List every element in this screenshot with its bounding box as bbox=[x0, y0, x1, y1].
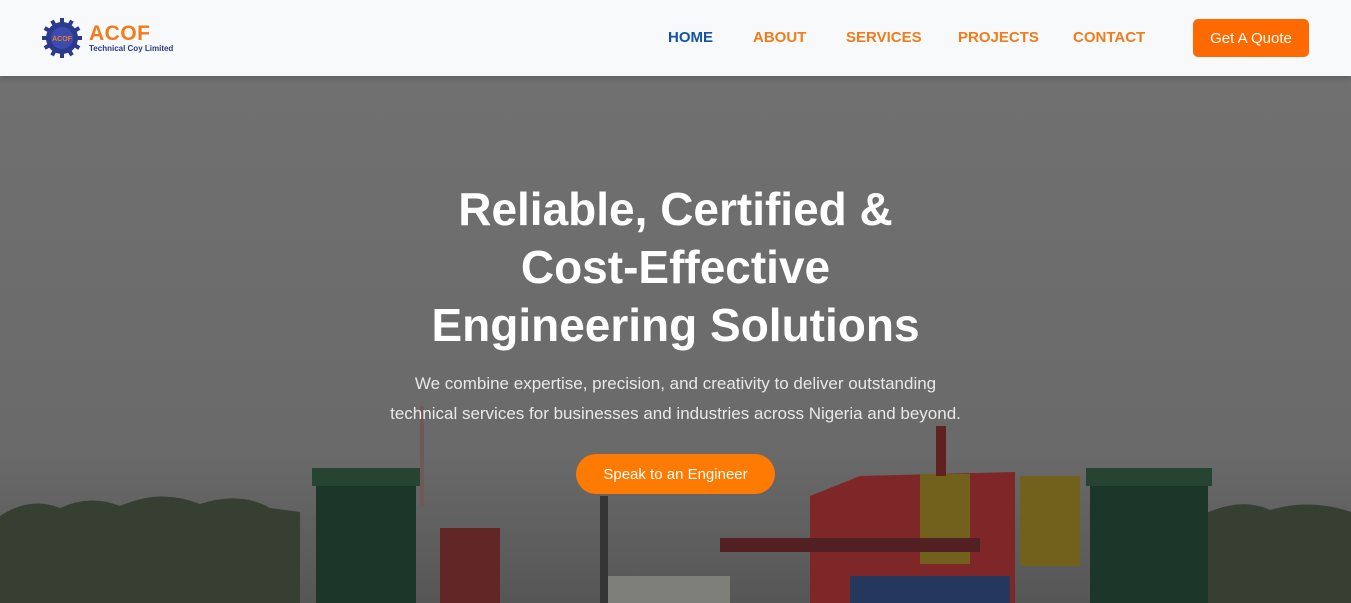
hero-title-line-1: Reliable, Certified & bbox=[458, 183, 893, 235]
brand-name: ACOF bbox=[89, 22, 151, 45]
logo-emblem-text: ACOF bbox=[52, 36, 73, 43]
nav-home[interactable]: HOME bbox=[668, 29, 713, 46]
hero-title: Reliable, Certified & Cost-Effective Eng… bbox=[0, 180, 1351, 354]
nav-contact[interactable]: CONTACT bbox=[1073, 29, 1145, 46]
nav-services[interactable]: SERVICES bbox=[846, 29, 922, 46]
hero-subtitle-line-1: We combine expertise, precision, and cre… bbox=[414, 374, 937, 393]
get-a-quote-button[interactable]: Get A Quote bbox=[1193, 19, 1309, 57]
hero-section: Reliable, Certified & Cost-Effective Eng… bbox=[0, 76, 1351, 603]
speak-to-engineer-button[interactable]: Speak to an Engineer bbox=[576, 454, 775, 494]
gear-logo-icon: ACOF bbox=[42, 18, 82, 58]
site-header: ACOF ACOF Technical Coy Limited HOME ABO… bbox=[0, 0, 1351, 76]
brand-tagline: Technical Coy Limited bbox=[89, 44, 174, 53]
nav-projects[interactable]: PROJECTS bbox=[958, 29, 1039, 46]
hero-title-line-3: Engineering Solutions bbox=[431, 299, 920, 351]
nav-about[interactable]: ABOUT bbox=[753, 29, 806, 46]
hero-title-line-2: Cost-Effective bbox=[520, 241, 831, 293]
hero-subtitle: We combine expertise, precision, and cre… bbox=[0, 369, 1351, 429]
brand-logo[interactable]: ACOF ACOF Technical Coy Limited bbox=[41, 16, 181, 58]
hero-subtitle-line-2: technical services for businesses and in… bbox=[390, 404, 961, 423]
